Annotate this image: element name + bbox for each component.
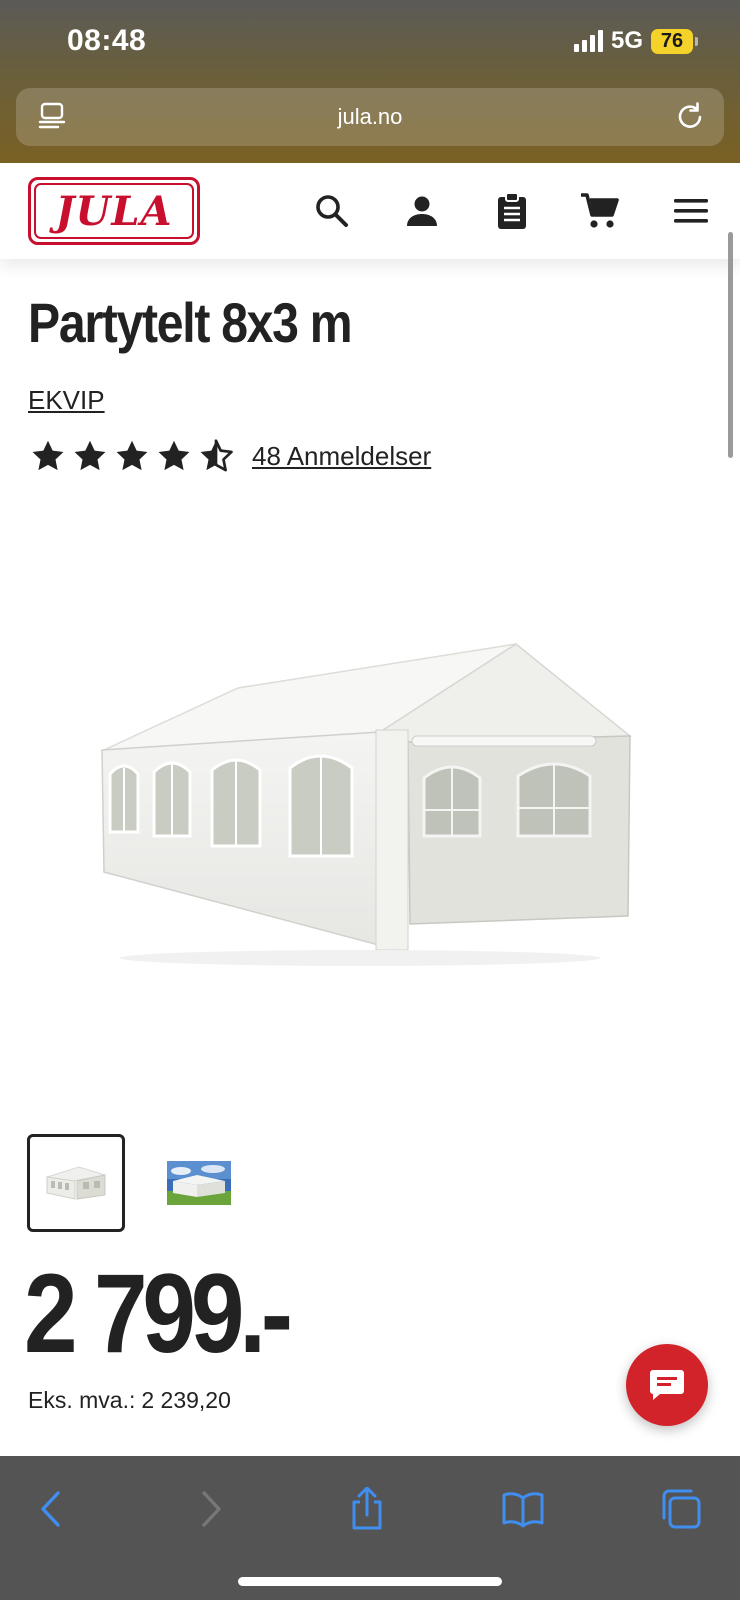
product-title: Partytelt 8x3 m [28, 291, 353, 354]
ex-vat-label: Eks. mva.: [28, 1387, 136, 1413]
battery-level: 76 [651, 28, 693, 54]
star-half-icon [200, 439, 233, 472]
jula-logo[interactable]: JULA [28, 177, 200, 245]
cart-icon[interactable] [580, 191, 620, 231]
price-ex-vat: Eks. mva.: 2 239,20 [28, 1387, 231, 1414]
thumbnail-tent-image [46, 1166, 106, 1200]
forward-icon [202, 1491, 221, 1527]
product-rating[interactable]: 48 Anmeldelser [30, 438, 431, 474]
browser-top-chrome: 08:48 5G 76 jula.no [0, 0, 740, 163]
address-bar[interactable]: jula.no [16, 88, 724, 146]
forward-button[interactable] [186, 1486, 236, 1532]
logo-text: JULA [55, 187, 173, 235]
status-time: 08:48 [67, 24, 147, 57]
cellular-signal-icon [573, 30, 603, 52]
brand-link[interactable]: EKVIP [28, 385, 105, 416]
product-image-tent[interactable] [90, 640, 650, 980]
page-menu-icon[interactable] [38, 102, 66, 132]
scrollbar[interactable] [728, 232, 733, 458]
thumbnail-1-selected[interactable] [27, 1134, 125, 1232]
search-icon[interactable] [312, 191, 352, 231]
back-button[interactable] [26, 1486, 76, 1532]
back-icon [41, 1491, 60, 1527]
account-icon[interactable] [402, 191, 442, 231]
tabs-icon [662, 1489, 701, 1529]
reload-icon[interactable] [674, 100, 706, 132]
shopping-list-icon[interactable] [492, 191, 532, 231]
status-indicators: 5G 76 [573, 27, 698, 55]
star-full-icon [116, 440, 148, 471]
network-type: 5G [610, 27, 643, 54]
url-text: jula.no [337, 104, 403, 129]
menu-icon[interactable] [671, 191, 711, 231]
chat-icon [650, 1370, 684, 1400]
thumbnail-tent-outdoor-image [167, 1161, 231, 1205]
thumbnail-2[interactable] [150, 1134, 248, 1232]
bookmarks-icon [502, 1492, 544, 1528]
share-button[interactable] [342, 1486, 392, 1532]
bookmarks-button[interactable] [498, 1486, 548, 1532]
battery-icon: 76 [651, 28, 698, 54]
star-full-icon [74, 440, 106, 471]
tabs-button[interactable] [656, 1486, 706, 1532]
ex-vat-value: 2 239,20 [141, 1387, 231, 1413]
chat-button[interactable] [626, 1344, 708, 1426]
site-header: JULA [0, 163, 740, 259]
reviews-link[interactable]: 48 Anmeldelser [252, 441, 431, 472]
product-price: 2 799.- [24, 1251, 293, 1376]
star-full-icon [32, 440, 64, 471]
share-icon [352, 1487, 382, 1530]
home-indicator[interactable] [238, 1577, 502, 1586]
star-full-icon [158, 440, 190, 471]
